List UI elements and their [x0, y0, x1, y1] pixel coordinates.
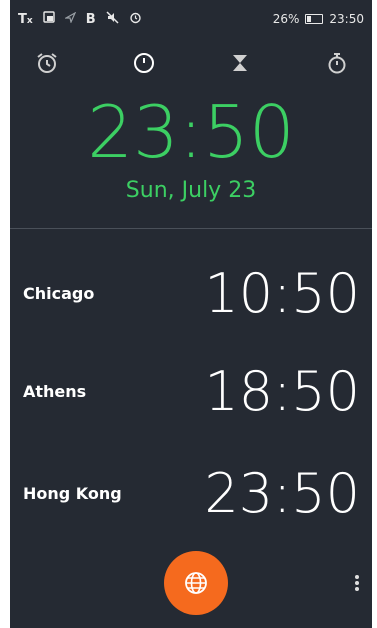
alarm-tab-icon — [37, 53, 57, 73]
tab-alarm[interactable] — [30, 46, 64, 80]
status-bar: Tx B 26% 23:50 — [10, 0, 372, 38]
more-options-button[interactable] — [352, 573, 362, 593]
battery-icon — [305, 14, 324, 24]
city-name: Athens — [23, 382, 87, 401]
alarm-icon — [129, 11, 142, 28]
clock-tab-icon — [133, 53, 154, 73]
city-name: Hong Kong — [23, 484, 122, 503]
clock-app-screen: Tx B 26% 23:50 23:50 Sun, July 23 Chicag… — [10, 0, 372, 628]
divider — [10, 228, 372, 229]
status-time: 23:50 — [329, 12, 364, 26]
main-clock: 23:50 Sun, July 23 — [10, 90, 372, 203]
main-time: 23:50 — [87, 90, 295, 174]
tab-stopwatch[interactable] — [320, 46, 354, 80]
status-left-icons: Tx B — [18, 10, 142, 28]
world-clock-row[interactable]: Chicago 10:50 — [10, 254, 372, 334]
tab-timer[interactable] — [223, 46, 257, 80]
city-time: 10:50 — [204, 262, 360, 325]
tab-bar — [10, 38, 372, 88]
world-clock-row[interactable]: Hong Kong 23:50 — [10, 454, 372, 534]
world-clock-row[interactable]: Athens 18:50 — [10, 352, 372, 432]
more-vertical-icon — [355, 575, 359, 591]
battery-percent: 26% — [272, 12, 300, 26]
city-time: 23:50 — [204, 462, 360, 525]
hourglass-tab-icon — [233, 55, 248, 71]
city-time: 18:50 — [204, 360, 360, 423]
location-icon — [63, 11, 76, 27]
status-right: 26% 23:50 — [273, 12, 364, 26]
add-city-button[interactable] — [164, 551, 228, 615]
tx-icon: Tx — [18, 11, 33, 27]
photo-icon — [42, 11, 55, 27]
city-name: Chicago — [23, 284, 95, 303]
bluetooth-icon: B — [85, 11, 96, 27]
globe-icon — [185, 572, 207, 594]
stopwatch-tab-icon — [328, 53, 346, 74]
main-date: Sun, July 23 — [125, 178, 257, 203]
tab-clock[interactable] — [127, 46, 161, 80]
mute-icon — [106, 10, 119, 28]
